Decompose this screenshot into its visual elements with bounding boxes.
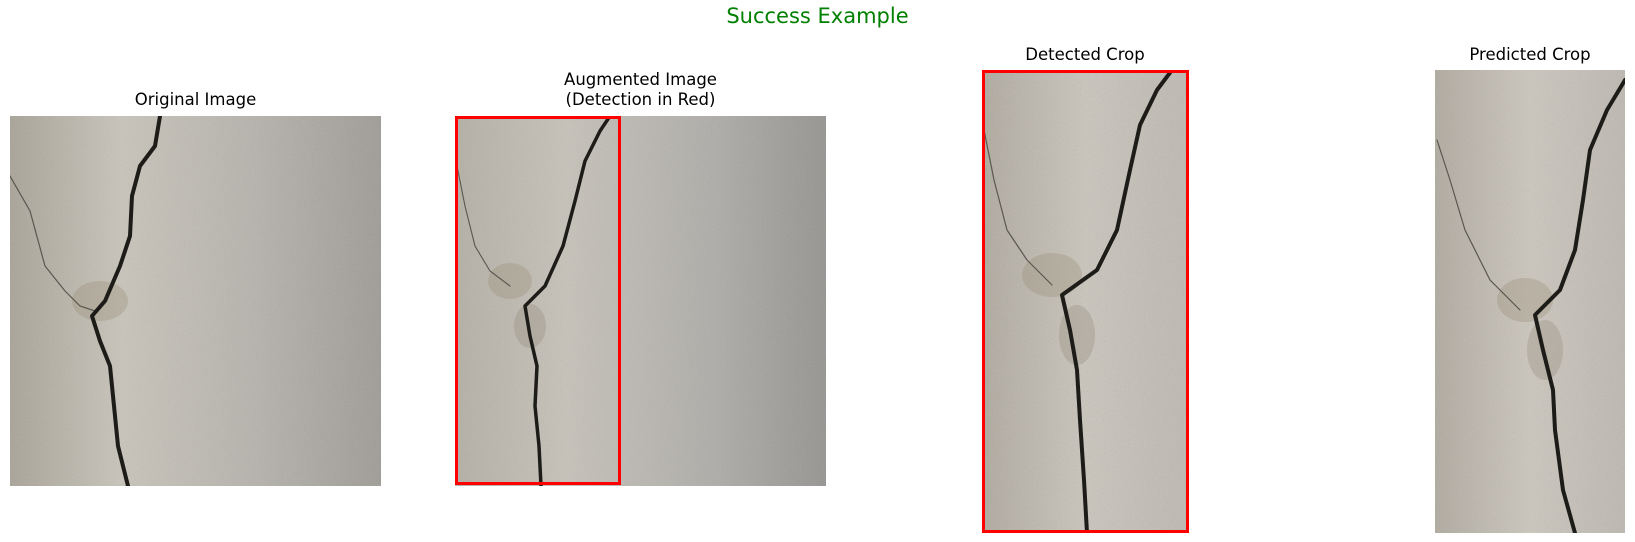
panel-title-detected-line: Detected Crop xyxy=(1025,45,1145,64)
panel-title-predicted-line: Predicted Crop xyxy=(1469,45,1591,64)
panel-title-augmented: Augmented Image (Detection in Red) xyxy=(455,70,826,110)
panel-title-detected: Detected Crop xyxy=(985,45,1185,65)
predicted-crop-image xyxy=(1435,70,1625,533)
panel-title-original: Original Image xyxy=(10,90,381,110)
augmented-image xyxy=(455,116,826,486)
panel-title-original-line: Original Image xyxy=(134,90,257,109)
figure-title: Success Example xyxy=(726,4,909,28)
original-image xyxy=(10,116,381,486)
panel-title-augmented-line-1: Augmented Image xyxy=(564,70,717,89)
detected-crop-image xyxy=(982,70,1189,533)
panel-title-augmented-line-2: (Detection in Red) xyxy=(565,90,716,109)
panel-title-predicted: Predicted Crop xyxy=(1435,45,1625,65)
